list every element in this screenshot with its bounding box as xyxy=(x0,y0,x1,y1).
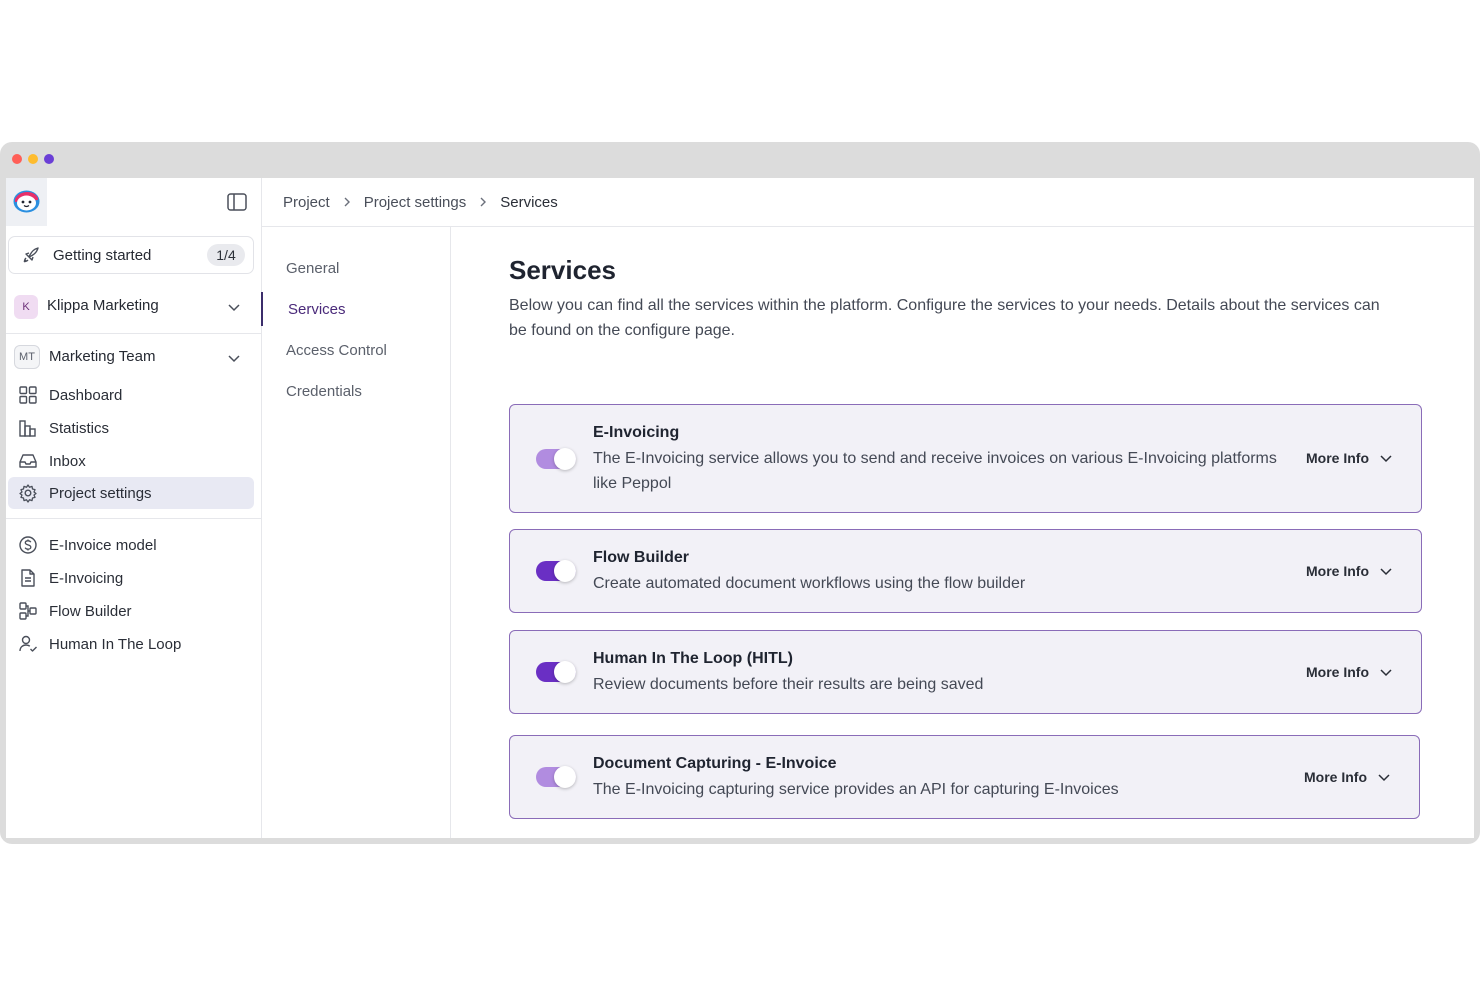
more-info-button[interactable]: More Info xyxy=(1306,563,1393,579)
sidebar-item-label: Dashboard xyxy=(49,386,123,404)
more-info-button[interactable]: More Info xyxy=(1306,450,1393,466)
settings-subnav: General Services Access Control Credenti… xyxy=(261,227,451,838)
subnav-item-credentials[interactable]: Credentials xyxy=(286,383,362,400)
sidebar-divider xyxy=(6,333,262,334)
inbox-icon xyxy=(19,454,37,468)
flow-icon xyxy=(19,602,37,620)
toggle-knob xyxy=(554,560,576,582)
more-info-label: More Info xyxy=(1306,563,1369,579)
bar-chart-icon xyxy=(19,420,36,437)
service-toggle[interactable] xyxy=(536,448,576,470)
service-toggle[interactable] xyxy=(536,560,576,582)
app-content: Getting started 1/4 K Klippa Marketing M… xyxy=(6,178,1474,838)
grid-icon xyxy=(19,386,37,404)
sidebar-item-label: Flow Builder xyxy=(49,602,132,620)
subnav-item-access-control[interactable]: Access Control xyxy=(286,342,387,359)
service-title: Human In The Loop (HITL) xyxy=(593,650,793,667)
toggle-knob xyxy=(554,661,576,683)
service-description: The E-Invoicing capturing service provid… xyxy=(593,781,1119,798)
sidebar-item-label: Human In The Loop xyxy=(49,635,182,653)
chevron-down-icon[interactable] xyxy=(226,350,242,366)
service-description: Review documents before their results ar… xyxy=(593,676,984,693)
chevron-right-icon xyxy=(480,197,487,207)
service-title: Flow Builder xyxy=(593,549,689,566)
service-title: Document Capturing - E-Invoice xyxy=(593,755,837,772)
breadcrumb: Project Project settings Services xyxy=(262,178,1474,227)
page-title: Services xyxy=(509,255,616,285)
more-info-button[interactable]: More Info xyxy=(1304,769,1391,785)
chevron-right-icon xyxy=(344,197,350,207)
more-info-label: More Info xyxy=(1306,664,1369,680)
app-logo-icon[interactable] xyxy=(13,190,40,213)
logo-area xyxy=(6,178,47,226)
sidebar-item-project-settings[interactable]: Project settings xyxy=(8,477,254,509)
org-selector-label[interactable]: Klippa Marketing xyxy=(47,297,159,314)
org-avatar: K xyxy=(14,295,38,319)
sidebar-divider xyxy=(6,518,262,519)
rocket-icon xyxy=(23,247,39,263)
minimize-window-dot[interactable] xyxy=(28,154,38,164)
user-check-icon xyxy=(19,635,37,652)
service-description: The E-Invoicing service allows you to se… xyxy=(593,450,1277,492)
dollar-circle-icon xyxy=(19,536,37,554)
page-description: Below you can find all the services with… xyxy=(509,297,1380,339)
getting-started-progress-badge: 1/4 xyxy=(207,244,245,266)
service-title: E-Invoicing xyxy=(593,424,680,441)
breadcrumb-project-settings[interactable]: Project settings xyxy=(364,194,467,211)
sidebar-item-flow-builder[interactable]: Flow Builder xyxy=(8,595,254,627)
sidebar-item-label: Project settings xyxy=(49,484,152,502)
sidebar-item-inbox[interactable]: Inbox xyxy=(8,445,254,477)
service-toggle[interactable] xyxy=(536,661,576,683)
sidebar-item-e-invoice-model[interactable]: E-Invoice model xyxy=(8,529,254,561)
window-titlebar xyxy=(0,142,1480,178)
gear-icon xyxy=(19,484,37,503)
breadcrumb-project[interactable]: Project xyxy=(283,194,330,211)
sidebar-item-statistics[interactable]: Statistics xyxy=(8,412,254,444)
chevron-down-icon xyxy=(1380,669,1392,677)
toggle-knob xyxy=(554,766,576,788)
maximize-window-dot[interactable] xyxy=(44,154,54,164)
service-card-e-invoicing: E-Invoicing The E-Invoicing service allo… xyxy=(509,404,1422,513)
chevron-down-icon[interactable] xyxy=(226,299,242,315)
sidebar: Getting started 1/4 K Klippa Marketing M… xyxy=(6,178,262,838)
breadcrumb-services: Services xyxy=(500,193,558,211)
sidebar-item-dashboard[interactable]: Dashboard xyxy=(8,379,254,411)
more-info-label: More Info xyxy=(1304,769,1367,785)
subnav-item-general[interactable]: General xyxy=(286,260,339,277)
sidebar-item-e-invoicing[interactable]: E-Invoicing xyxy=(8,562,254,594)
team-selector-label[interactable]: Marketing Team xyxy=(49,348,155,365)
toggle-knob xyxy=(554,448,576,470)
main-content: Services Below you can find all the serv… xyxy=(451,227,1474,838)
close-window-dot[interactable] xyxy=(12,154,22,164)
document-icon xyxy=(21,569,35,587)
sidebar-item-label: Statistics xyxy=(49,419,110,437)
getting-started-button[interactable]: Getting started 1/4 xyxy=(8,236,254,274)
chevron-down-icon xyxy=(1380,568,1392,576)
service-card-flow-builder: Flow Builder Create automated document w… xyxy=(509,529,1422,613)
subnav-active-indicator xyxy=(261,292,263,326)
chevron-down-icon xyxy=(1378,774,1390,782)
team-avatar: MT xyxy=(14,345,40,369)
browser-window: Getting started 1/4 K Klippa Marketing M… xyxy=(0,142,1480,844)
service-card-hitl: Human In The Loop (HITL) Review document… xyxy=(509,630,1422,714)
service-description: Create automated document workflows usin… xyxy=(593,575,1026,592)
sidebar-item-label: E-Invoice model xyxy=(49,536,157,554)
sidebar-toggle-icon[interactable] xyxy=(227,193,247,211)
sidebar-item-label: E-Invoicing xyxy=(49,569,124,587)
chevron-down-icon xyxy=(1380,455,1392,463)
more-info-label: More Info xyxy=(1306,450,1369,466)
sidebar-item-human-in-the-loop[interactable]: Human In The Loop xyxy=(8,628,254,660)
subnav-item-services[interactable]: Services xyxy=(288,301,346,318)
service-toggle[interactable] xyxy=(536,766,576,788)
service-card-document-capturing: Document Capturing - E-Invoice The E-Inv… xyxy=(509,735,1420,819)
getting-started-label: Getting started xyxy=(53,246,152,264)
sidebar-item-label: Inbox xyxy=(49,452,86,470)
more-info-button[interactable]: More Info xyxy=(1306,664,1393,680)
